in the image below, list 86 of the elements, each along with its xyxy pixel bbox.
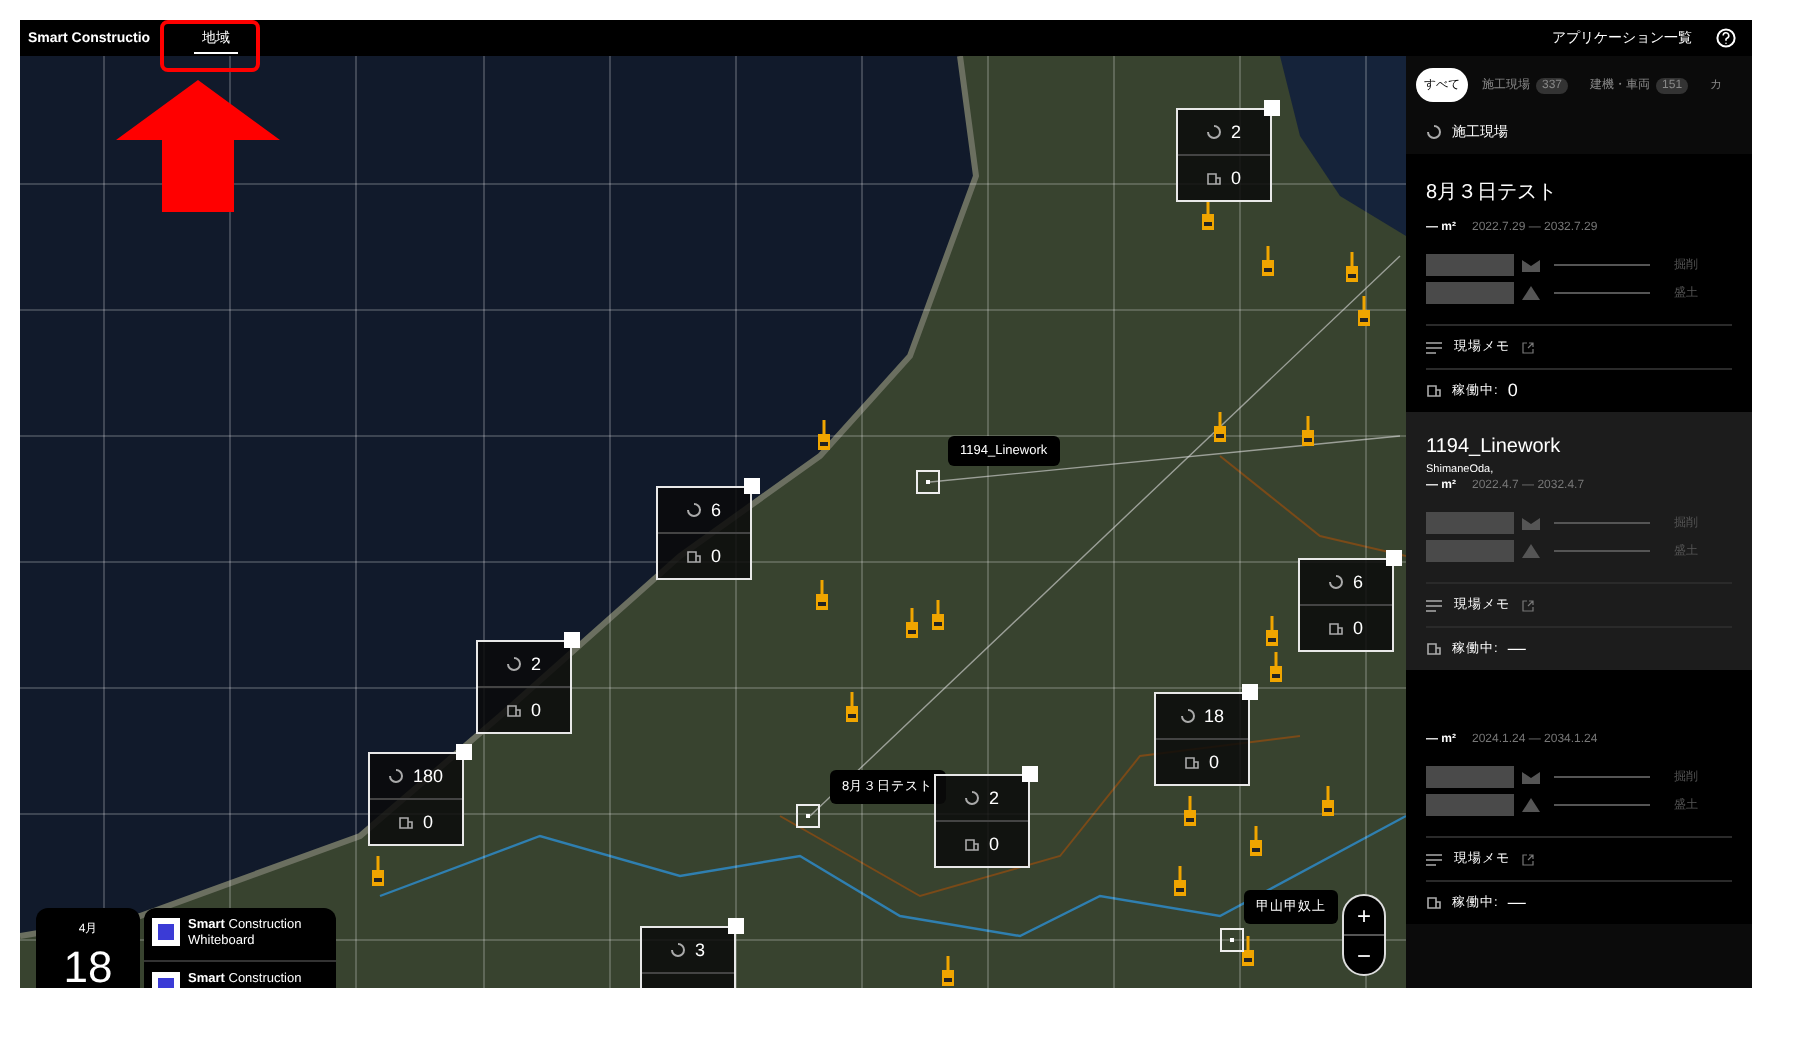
truck-icon — [1426, 383, 1442, 397]
list-icon — [1426, 853, 1442, 865]
cut-icon — [1522, 259, 1540, 271]
site-count: 6 — [710, 500, 721, 520]
site-marker[interactable] — [1220, 928, 1244, 952]
site-count: 2 — [1230, 122, 1241, 142]
machine-count: 0 — [1208, 752, 1219, 772]
excavator-icon[interactable] — [1300, 416, 1316, 448]
cut-icon — [1522, 517, 1540, 529]
truck-icon — [1426, 641, 1442, 655]
excavator-icon[interactable] — [370, 856, 386, 888]
site-count: 180 — [412, 766, 444, 786]
fill-icon — [1522, 544, 1540, 558]
excavator-icon[interactable] — [1264, 616, 1280, 648]
fill-icon — [1522, 286, 1540, 300]
truck-icon — [506, 703, 523, 717]
machine-count: 0 — [1230, 168, 1241, 188]
cut-icon — [1522, 771, 1540, 783]
excavator-icon[interactable] — [930, 600, 946, 632]
list-icon — [1426, 599, 1442, 611]
truck-icon — [398, 815, 415, 829]
excavator-icon[interactable] — [1268, 652, 1284, 684]
site-count: 18 — [1203, 706, 1224, 726]
spinner-icon — [1328, 574, 1345, 590]
spinner-icon — [670, 942, 687, 958]
site-count: 2 — [988, 788, 999, 808]
external-link-icon — [1522, 599, 1534, 611]
zoom-out-button[interactable]: − — [1344, 934, 1384, 974]
machine-count: 0 — [710, 546, 721, 566]
spinner-icon — [686, 502, 703, 518]
app-logo-icon — [152, 918, 180, 946]
external-link-icon — [1522, 341, 1534, 353]
excavator-icon[interactable] — [1320, 786, 1336, 818]
cut-volume-bar — [1426, 766, 1514, 788]
site-count: 3 — [694, 940, 705, 960]
site-count: 6 — [1352, 572, 1363, 592]
machine-count: 0 — [422, 812, 433, 832]
machine-count: 0 — [1352, 618, 1363, 638]
truck-icon — [1426, 895, 1442, 909]
spinner-icon — [388, 768, 405, 784]
excavator-icon[interactable] — [1212, 412, 1228, 444]
excavator-icon[interactable] — [816, 420, 832, 452]
excavator-icon[interactable] — [844, 692, 860, 724]
truck-icon — [1328, 621, 1345, 635]
status-value: 0 — [1507, 380, 1518, 400]
spinner-icon — [964, 790, 981, 806]
truck-icon — [686, 549, 703, 563]
excavator-icon[interactable] — [1182, 796, 1198, 828]
truck-icon — [964, 837, 981, 851]
fill-volume-bar — [1426, 282, 1514, 304]
site-marker[interactable] — [916, 470, 940, 494]
status-value: — — [1507, 638, 1526, 658]
excavator-icon[interactable] — [1248, 826, 1264, 858]
machine-count: 0 — [530, 700, 541, 720]
spinner-icon — [1426, 124, 1442, 140]
spinner-icon — [1206, 124, 1223, 140]
site-count: 2 — [530, 654, 541, 674]
arrow-annotation-icon — [116, 80, 280, 212]
excavator-icon[interactable] — [1240, 936, 1256, 968]
status-value: — — [1507, 892, 1526, 912]
truck-icon — [1184, 755, 1201, 769]
fill-volume-bar — [1426, 794, 1514, 816]
excavator-icon[interactable] — [940, 956, 956, 988]
highlight-frame — [160, 20, 260, 72]
excavator-icon[interactable] — [814, 580, 830, 612]
machine-count: 0 — [988, 834, 999, 854]
help-icon[interactable] — [1716, 28, 1736, 48]
site-name: 1194_Linework — [1426, 436, 1563, 460]
external-link-icon — [1522, 853, 1534, 865]
spinner-icon — [1179, 708, 1196, 724]
excavator-icon[interactable] — [1344, 252, 1360, 284]
excavator-icon[interactable] — [904, 608, 920, 640]
date-day: 18 — [63, 942, 113, 988]
site-name: 8月３日テスト — [1426, 180, 1560, 206]
list-icon — [1426, 341, 1442, 353]
excavator-icon[interactable] — [1172, 866, 1188, 898]
truck-icon — [1206, 171, 1223, 185]
fill-icon — [1522, 798, 1540, 812]
cut-volume-bar — [1426, 512, 1514, 534]
fill-volume-bar — [1426, 540, 1514, 562]
excavator-icon[interactable] — [1356, 296, 1372, 328]
spinner-icon — [506, 656, 523, 672]
cut-volume-bar — [1426, 254, 1514, 276]
site-marker[interactable] — [796, 804, 820, 828]
zoom-in-button[interactable]: + — [1344, 896, 1384, 934]
excavator-icon[interactable] — [1260, 246, 1276, 278]
